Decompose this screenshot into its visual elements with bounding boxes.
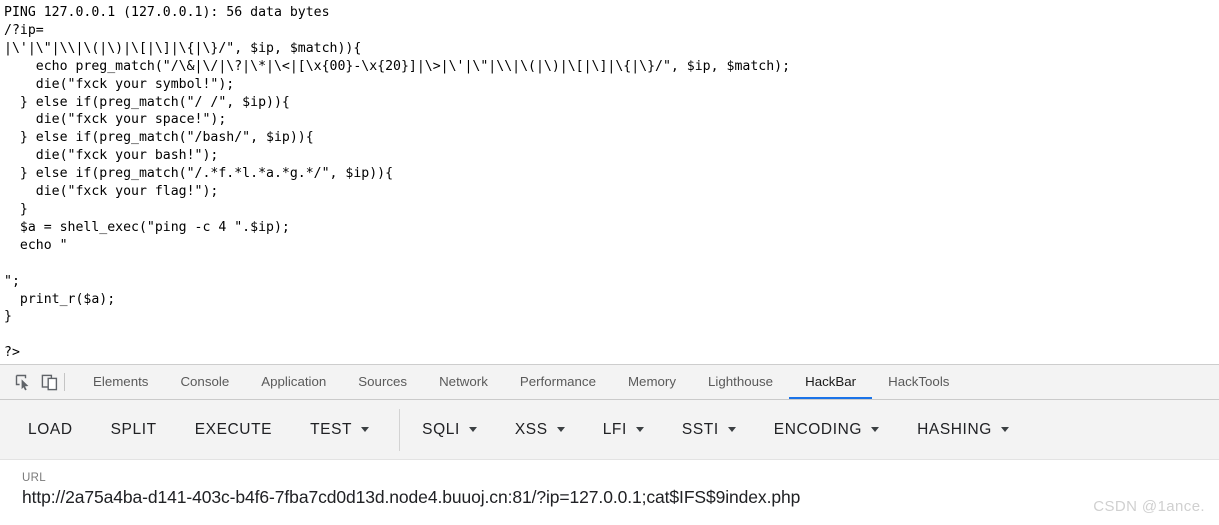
device-toolbar-icon[interactable] [36,369,62,395]
tab-network[interactable]: Network [423,365,504,399]
hackbar-lfi-label: LFI [602,420,627,438]
devtools-tabbar: Elements Console Application Sources Net… [0,365,1219,400]
tab-sources[interactable]: Sources [342,365,423,399]
hackbar-execute-label: EXECUTE [194,420,273,438]
toolbar-divider [64,373,65,391]
chevron-down-icon [468,427,477,432]
hackbar-execute-button[interactable]: EXECUTE [195,421,272,439]
tab-application[interactable]: Application [245,365,342,399]
hackbar-test-menu[interactable]: TEST [310,420,370,439]
hackbar-ssti-label: SSTI [681,420,719,438]
hackbar-split-button[interactable]: SPLIT [111,421,157,439]
chevron-down-icon [1000,427,1009,432]
chevron-down-icon [635,427,644,432]
chevron-down-icon [556,427,565,432]
chevron-down-icon [871,427,880,432]
devtools-panel: Elements Console Application Sources Net… [0,364,1219,525]
hackbar-group-divider [399,408,401,451]
browser-page-content: PING 127.0.0.1 (127.0.0.1): 56 data byte… [0,0,1219,364]
hackbar-xss-menu[interactable]: XSS [515,421,565,439]
hackbar-sqli-menu[interactable]: SQLI [422,421,477,439]
tab-console[interactable]: Console [164,365,245,399]
hackbar-load-button[interactable]: LOAD [28,421,73,439]
hackbar-test-label: TEST [310,420,353,438]
hackbar-xss-label: XSS [514,420,548,438]
hackbar-lfi-menu[interactable]: LFI [603,421,644,439]
tab-memory[interactable]: Memory [612,365,692,399]
tab-elements[interactable]: Elements [77,365,164,399]
tab-lighthouse[interactable]: Lighthouse [692,365,789,399]
url-input[interactable] [22,487,1022,508]
inspect-element-icon[interactable] [10,369,36,395]
tab-hacktools[interactable]: HackTools [872,365,965,399]
hackbar-url-area: URL [0,460,1219,524]
hackbar-hashing-label: HASHING [917,420,992,438]
hackbar-sqli-label: SQLI [422,420,460,438]
devtools-icon-group [0,365,77,399]
tab-performance[interactable]: Performance [504,365,612,399]
chevron-down-icon [727,427,736,432]
chevron-down-icon [361,427,370,432]
hackbar-hashing-menu[interactable]: HASHING [917,421,1009,439]
hackbar-ssti-menu[interactable]: SSTI [682,421,736,439]
tab-hackbar[interactable]: HackBar [789,365,873,399]
hackbar-encoding-label: ENCODING [773,420,863,438]
hackbar-load-label: LOAD [28,420,73,438]
hackbar-toolbar: LOAD SPLIT EXECUTE TEST SQLI XSS LFI SST… [0,400,1219,460]
url-field-label: URL [22,472,46,484]
hackbar-split-label: SPLIT [110,420,157,438]
devtools-tab-list: Elements Console Application Sources Net… [77,365,965,399]
hackbar-encoding-menu[interactable]: ENCODING [773,420,880,439]
php-source-output: PING 127.0.0.1 (127.0.0.1): 56 data byte… [4,5,791,361]
